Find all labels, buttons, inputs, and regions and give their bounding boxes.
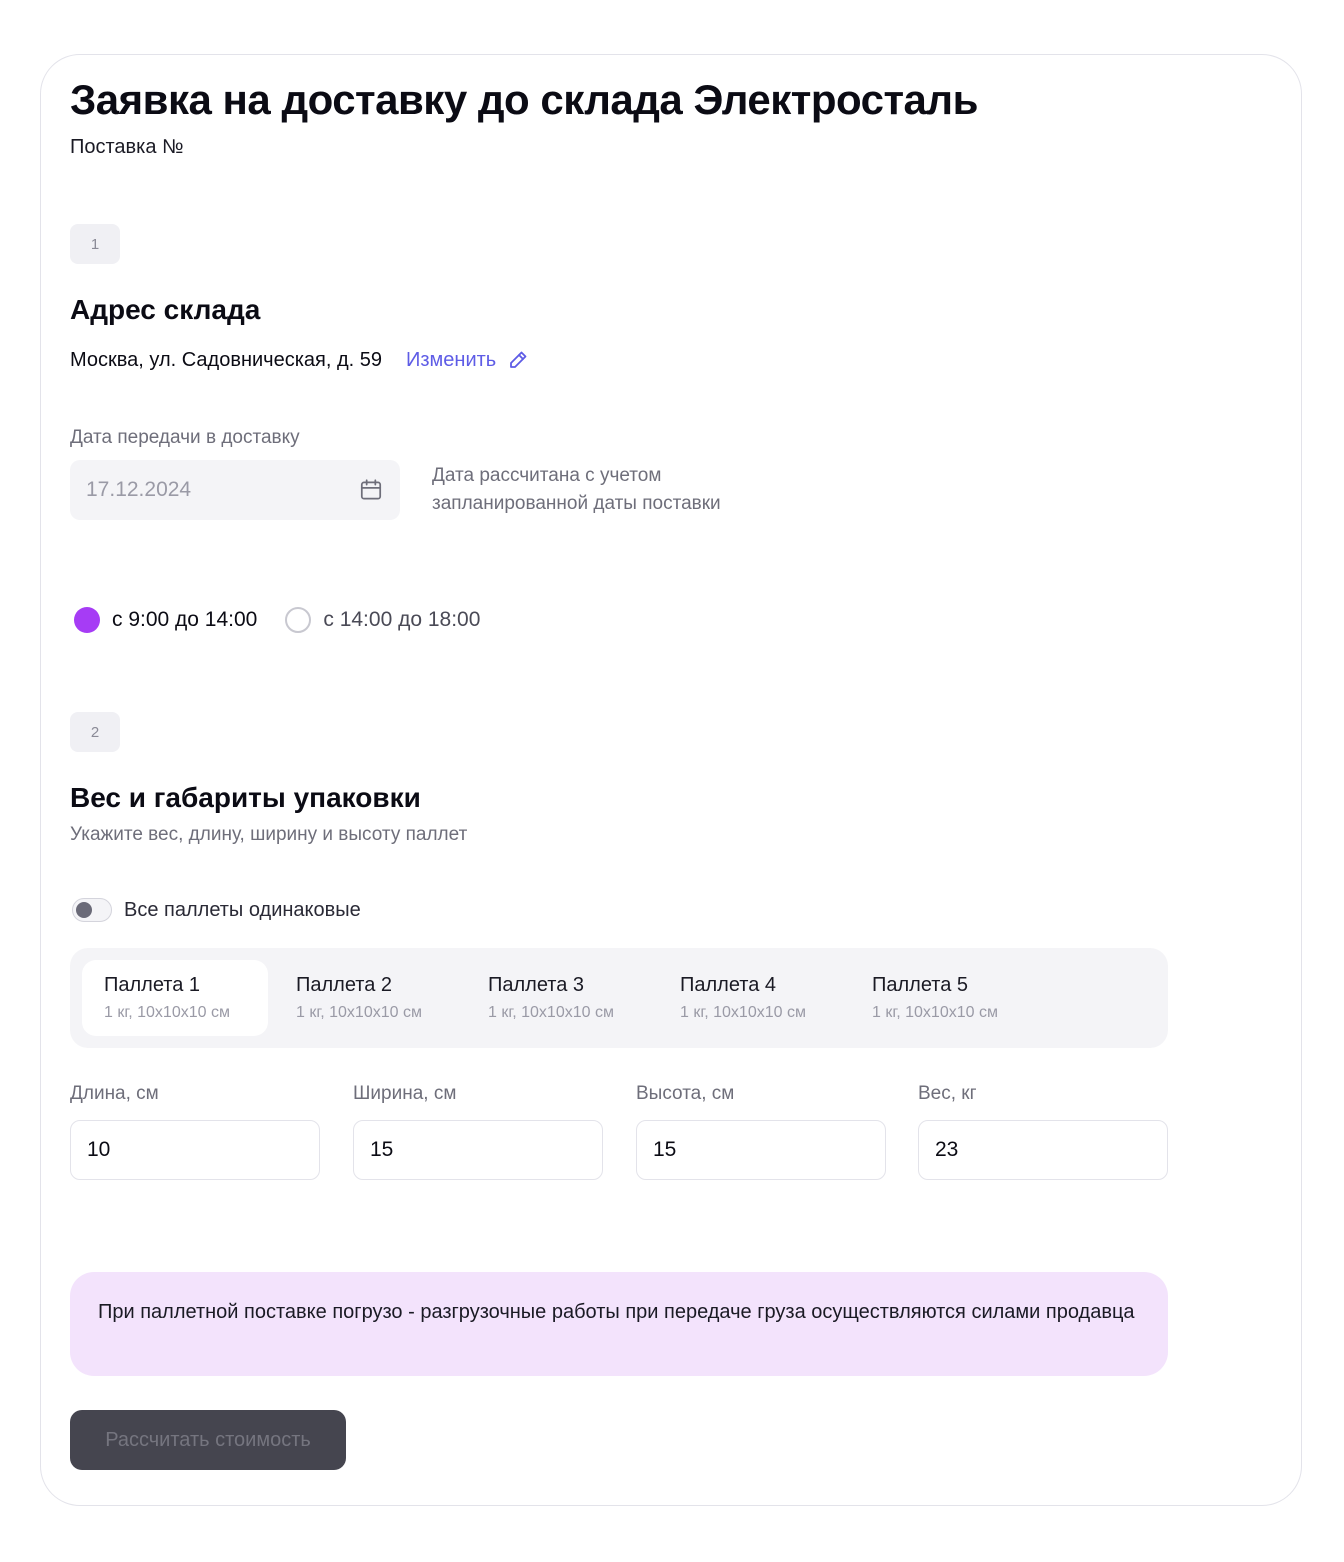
time-slot-group: с 9:00 до 14:00 с 14:00 до 18:00 (74, 604, 480, 636)
height-input[interactable]: 15 (636, 1120, 886, 1180)
time-slot-morning-label: с 9:00 до 14:00 (112, 608, 258, 631)
pallet-tab-title: Паллета 2 (296, 974, 393, 996)
width-label: Ширина, см (353, 1083, 457, 1104)
length-value: 10 (87, 1138, 111, 1161)
pallet-tab-2[interactable]: Паллета 2 1 кг, 10x10x10 см (274, 960, 460, 1036)
pallet-tab-summary: 1 кг, 10x10x10 см (872, 1004, 998, 1021)
weight-value: 23 (935, 1138, 959, 1161)
length-label: Длина, см (70, 1083, 159, 1104)
width-value: 15 (370, 1138, 394, 1161)
package-dimensions-description: Укажите вес, длину, ширину и высоту палл… (70, 824, 468, 845)
step-badge-2: 2 (70, 712, 120, 752)
transfer-date-label: Дата передачи в доставку (70, 427, 300, 448)
radio-checked-icon[interactable] (74, 607, 100, 633)
same-pallets-label: Все паллеты одинаковые (124, 898, 361, 921)
weight-input[interactable]: 23 (918, 1120, 1168, 1180)
same-pallets-toggle-row: Все паллеты одинаковые (72, 896, 361, 924)
width-field: Ширина, см 15 (353, 1082, 603, 1180)
change-address-label: Изменить (406, 348, 497, 371)
pallet-tab-title: Паллета 5 (872, 974, 969, 996)
pallet-tab-summary: 1 кг, 10x10x10 см (680, 1004, 806, 1021)
pencil-icon (506, 348, 530, 372)
pallet-tab-3[interactable]: Паллета 3 1 кг, 10x10x10 см (466, 960, 652, 1036)
address-row: Москва, ул. Садовническая, д. 59 Изменит… (70, 344, 530, 376)
length-field: Длина, см 10 (70, 1082, 320, 1180)
height-field: Высота, см 15 (636, 1082, 886, 1180)
pallet-tab-title: Паллета 1 (104, 974, 201, 996)
pallet-tabs: Паллета 1 1 кг, 10x10x10 см Паллета 2 1 … (70, 948, 1168, 1048)
step-badge-1: 1 (70, 224, 120, 264)
pallet-tab-title: Паллета 4 (680, 974, 777, 996)
pallet-tab-5[interactable]: Паллета 5 1 кг, 10x10x10 см (850, 960, 1036, 1036)
width-input[interactable]: 15 (353, 1120, 603, 1180)
weight-field: Вес, кг 23 (918, 1082, 1168, 1180)
length-input[interactable]: 10 (70, 1120, 320, 1180)
toggle-knob (76, 902, 92, 918)
height-value: 15 (653, 1138, 677, 1161)
transfer-date-input[interactable]: 17.12.2024 (70, 460, 400, 520)
change-address-link[interactable]: Изменить (406, 348, 530, 372)
notice-text: При паллетной поставке погрузо - разгруз… (98, 1301, 1135, 1323)
time-slot-morning[interactable]: с 9:00 до 14:00 (74, 607, 257, 633)
pallet-tab-summary: 1 кг, 10x10x10 см (488, 1004, 614, 1021)
section-title-package-dimensions: Вес и габариты упаковки (70, 782, 421, 813)
calendar-icon[interactable] (358, 477, 384, 503)
height-label: Высота, см (636, 1083, 735, 1104)
date-note: Дата рассчитана с учетом запланированной… (432, 465, 721, 514)
pallet-loading-notice: При паллетной поставке погрузо - разгруз… (70, 1272, 1168, 1376)
time-slot-afternoon-label: с 14:00 до 18:00 (323, 608, 481, 631)
section-title-warehouse-address: Адрес склада (70, 294, 261, 325)
pallet-tab-summary: 1 кг, 10x10x10 см (296, 1004, 422, 1021)
same-pallets-toggle[interactable] (72, 898, 112, 922)
shipment-number: Поставка № (70, 136, 184, 158)
calculate-cost-button[interactable]: Рассчитать стоимость (70, 1410, 346, 1470)
radio-unchecked-icon[interactable] (285, 607, 312, 633)
time-slot-afternoon[interactable]: с 14:00 до 18:00 (285, 607, 480, 633)
pallet-tab-1[interactable]: Паллета 1 1 кг, 10x10x10 см (82, 960, 268, 1036)
weight-label: Вес, кг (918, 1083, 977, 1104)
pallet-tab-4[interactable]: Паллета 4 1 кг, 10x10x10 см (658, 960, 844, 1036)
pallet-tab-title: Паллета 3 (488, 974, 585, 996)
page-title: Заявка на доставку до склада Электростал… (70, 76, 978, 123)
warehouse-address: Москва, ул. Садовническая, д. 59 (70, 348, 382, 371)
transfer-date-value: 17.12.2024 (86, 478, 192, 501)
pallet-tab-summary: 1 кг, 10x10x10 см (104, 1004, 230, 1021)
